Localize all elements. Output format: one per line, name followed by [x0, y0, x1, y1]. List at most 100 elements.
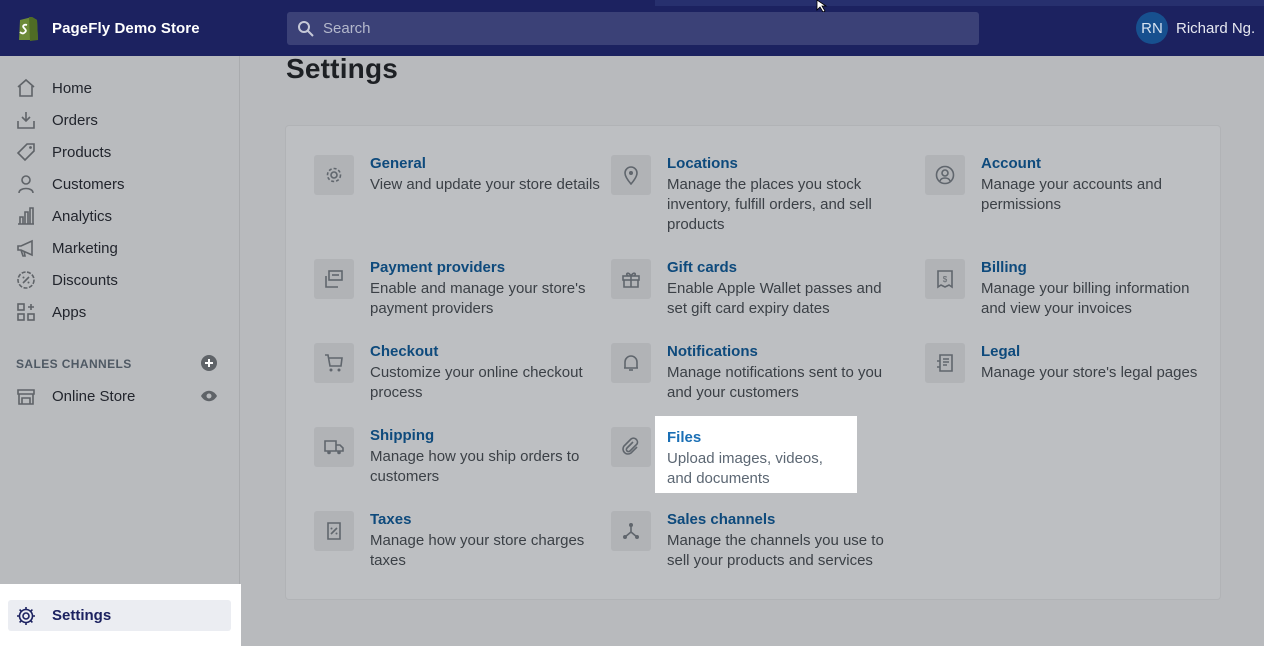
tile-title[interactable]: Account	[981, 155, 1041, 172]
gear-icon	[17, 606, 35, 625]
tile-icon-box	[314, 155, 354, 195]
tile-description: Enable and manage your store's payment p…	[370, 280, 586, 317]
tile-description: Manage how you ship orders to customers	[370, 448, 580, 485]
tile-title[interactable]: Billing	[981, 259, 1027, 276]
sales-channels-heading: SALES CHANNELS	[16, 357, 132, 371]
sidebar-item-discounts[interactable]: Discounts	[8, 264, 230, 296]
tile-icon-box	[314, 259, 354, 299]
cart-icon	[325, 354, 343, 372]
tile-icon-box	[611, 155, 651, 195]
tile-title[interactable]: General	[370, 155, 426, 172]
tile-icon-box	[925, 155, 965, 195]
top-bar: PageFly Demo Store RN Richard Ng.	[0, 0, 1264, 56]
orders-icon	[17, 112, 35, 129]
sidebar-item-label: Online Store	[52, 387, 136, 405]
tile-description: Manage notifications sent to you and you…	[667, 364, 883, 401]
store-name: PageFly Demo Store	[52, 19, 200, 37]
tile-description: View and update your store details	[370, 176, 600, 193]
sidebar-item-marketing[interactable]: Marketing	[8, 232, 230, 264]
tile-icon-box: $	[925, 259, 965, 299]
sidebar-settings-area: Settings	[0, 584, 241, 646]
location-pin-icon	[624, 166, 638, 185]
legal-icon	[937, 354, 953, 372]
sidebar-item-online-store[interactable]: Online Store	[8, 380, 230, 412]
tile-icon-box	[314, 343, 354, 383]
truck-icon	[324, 440, 344, 455]
shopify-logo-icon	[19, 17, 38, 41]
add-circle-icon[interactable]	[200, 354, 218, 372]
tile-icon-box	[925, 343, 965, 383]
tile-icon-box	[611, 511, 651, 551]
tile-description: Upload images, videos, and documents	[667, 450, 823, 487]
sidebar-item-label: Analytics	[52, 207, 113, 225]
tile-title[interactable]: Sales channels	[667, 511, 775, 528]
page-title: Settings	[286, 53, 399, 84]
sidebar-item-customers[interactable]: Customers	[8, 168, 230, 200]
tile-title[interactable]: Legal	[981, 343, 1020, 360]
sidebar-item-apps[interactable]: Apps	[8, 296, 230, 328]
sidebar-item-label: Settings	[52, 607, 112, 624]
loading-bar	[655, 0, 1264, 6]
channels-icon	[623, 523, 639, 539]
discount-icon	[17, 271, 35, 289]
megaphone-icon	[17, 239, 33, 257]
eye-icon[interactable]	[200, 388, 218, 404]
bell-icon	[624, 355, 638, 371]
sidebar-item-label: Home	[52, 79, 93, 97]
tile-description: Enable Apple Wallet passes and set gift …	[667, 280, 882, 317]
user-menu[interactable]: RN Richard Ng.	[1136, 12, 1255, 44]
bar-chart-icon	[18, 207, 34, 225]
tile-title[interactable]: Locations	[667, 155, 738, 172]
sidebar-item-label: Discounts	[52, 271, 118, 289]
paperclip-icon	[622, 437, 639, 455]
tile-title[interactable]: Shipping	[370, 427, 434, 444]
files-tile-highlight[interactable]: Files Upload images, videos, and documen…	[655, 416, 857, 493]
tile-description: Manage your accounts and permissions	[981, 176, 1162, 213]
tile-icon-box	[611, 427, 651, 467]
sidebar-item-home[interactable]: Home	[8, 72, 230, 104]
store-icon	[17, 389, 35, 405]
apps-icon	[17, 303, 35, 321]
tile-title[interactable]: Taxes	[370, 511, 411, 528]
account-icon	[935, 165, 955, 185]
home-icon	[17, 78, 35, 97]
search-bar[interactable]	[287, 12, 979, 45]
tile-description: Manage how your store charges taxes	[370, 532, 585, 569]
mouse-cursor-icon	[816, 0, 828, 12]
user-name: Richard Ng.	[1176, 19, 1256, 37]
sidebar: Home Orders Products Customers Analytics…	[0, 56, 240, 646]
tile-title[interactable]: Gift cards	[667, 259, 737, 276]
tax-icon	[327, 522, 341, 540]
tile-title[interactable]: Notifications	[667, 343, 758, 360]
billing-icon: $	[937, 270, 953, 289]
tag-icon	[16, 143, 35, 162]
sidebar-item-label: Apps	[52, 303, 87, 321]
search-icon	[298, 20, 314, 37]
tile-description: Manage the places you stock inventory, f…	[667, 176, 872, 233]
sidebar-item-products[interactable]: Products	[8, 136, 230, 168]
person-icon	[18, 175, 34, 194]
tile-title[interactable]: Checkout	[370, 343, 438, 360]
store-switcher[interactable]: PageFly Demo Store	[16, 14, 200, 42]
svg-text:$: $	[943, 275, 948, 284]
tile-description: Customize your online checkout process	[370, 364, 583, 401]
sidebar-item-label: Marketing	[52, 239, 118, 257]
tile-title[interactable]: Payment providers	[370, 259, 505, 276]
sidebar-item-label: Customers	[52, 175, 125, 193]
gear-icon	[326, 167, 342, 183]
sidebar-item-orders[interactable]: Orders	[8, 104, 230, 136]
tile-icon-box	[611, 343, 651, 383]
sidebar-item-analytics[interactable]: Analytics	[8, 200, 230, 232]
sidebar-item-label: Orders	[52, 111, 98, 129]
search-input[interactable]	[323, 20, 923, 37]
tile-icon-box	[314, 511, 354, 551]
tile-description: Manage your billing information and view…	[981, 280, 1190, 317]
tile-title[interactable]: Files	[667, 429, 701, 446]
sidebar-item-settings[interactable]: Settings	[8, 600, 231, 631]
avatar: RN	[1136, 12, 1168, 44]
tile-description: Manage your store's legal pages	[981, 364, 1198, 381]
payment-icon	[325, 270, 343, 288]
tile-icon-box	[314, 427, 354, 467]
sidebar-item-label: Products	[52, 143, 112, 161]
tile-icon-box	[611, 259, 651, 299]
